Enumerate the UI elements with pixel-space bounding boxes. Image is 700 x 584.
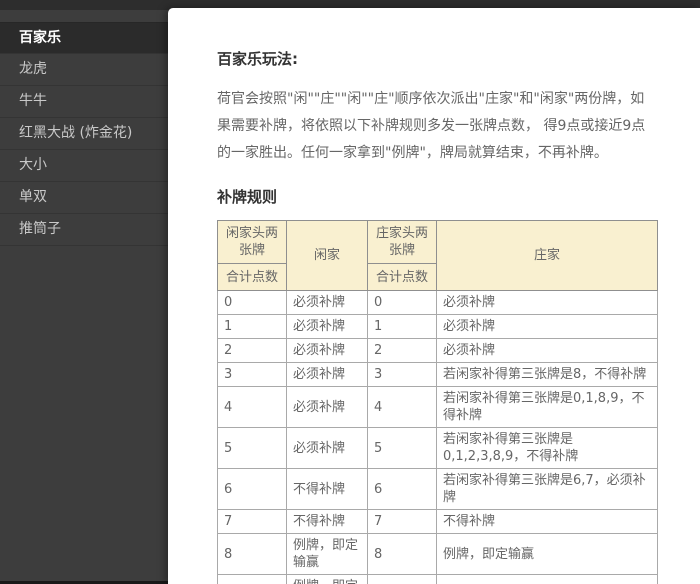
cell-banker-action: 必须补牌: [437, 291, 658, 315]
cell-player-action: 必须补牌: [287, 291, 368, 315]
col-header-player: 闲家: [287, 221, 368, 291]
cell-banker-action: 若闲家补得第三张牌是8，不得补牌: [437, 363, 658, 387]
intro-paragraph: 荷官会按照"闲""庄""闲""庄"顺序依次派出"庄家"和"闲家"两份牌，如果需要…: [217, 86, 655, 167]
page-title: 百家乐玩法:: [217, 48, 670, 69]
cell-player-total: 5: [218, 428, 287, 469]
col-header-banker: 庄家: [437, 221, 658, 291]
table-row: 3 必须补牌 3 若闲家补得第三张牌是8，不得补牌: [218, 363, 658, 387]
cell-banker-total: 4: [368, 387, 437, 428]
col-header-player-two-cards: 闲家头两张牌: [218, 221, 287, 264]
table-row: 4 必须补牌 4 若闲家补得第三张牌是0,1,8,9，不得补牌: [218, 387, 658, 428]
sidebar-item-dragon-tiger[interactable]: 龙虎: [0, 54, 168, 86]
cell-banker-action: 例牌，即定输赢: [437, 575, 658, 584]
col-header-banker-two-cards: 庄家头两张牌: [368, 221, 437, 264]
cell-player-action: 例牌，即定输赢: [287, 534, 368, 575]
sidebar-item-big-small[interactable]: 大小: [0, 150, 168, 182]
game-sidebar: 百家乐 龙虎 牛牛 红黑大战 (炸金花) 大小 单双 推筒子: [0, 10, 168, 581]
cell-banker-total: 2: [368, 339, 437, 363]
content-panel: 百家乐玩法: 荷官会按照"闲""庄""闲""庄"顺序依次派出"庄家"和"闲家"两…: [168, 8, 700, 584]
cell-banker-total: 8: [368, 534, 437, 575]
cell-player-action: 必须补牌: [287, 387, 368, 428]
cell-player-total: 9: [218, 575, 287, 584]
cell-banker-total: 0: [368, 291, 437, 315]
cell-player-total: 2: [218, 339, 287, 363]
cell-banker-action: 必须补牌: [437, 339, 658, 363]
cell-banker-total: 7: [368, 510, 437, 534]
cell-player-action: 必须补牌: [287, 339, 368, 363]
cell-player-action: 必须补牌: [287, 315, 368, 339]
cell-banker-action: 若闲家补得第三张牌是0,1,8,9，不得补牌: [437, 387, 658, 428]
game-menu: 百家乐 龙虎 牛牛 红黑大战 (炸金花) 大小 单双 推筒子: [0, 10, 168, 246]
sidebar-item-push-tube[interactable]: 推筒子: [0, 214, 168, 246]
table-row: 0 必须补牌 0 必须补牌: [218, 291, 658, 315]
cell-banker-action: 若闲家补得第三张牌是0,1,2,3,8,9，不得补牌: [437, 428, 658, 469]
cell-banker-total: 1: [368, 315, 437, 339]
sidebar-item-red-black-war[interactable]: 红黑大战 (炸金花): [0, 118, 168, 150]
cell-player-action: 例牌，即定输赢: [287, 575, 368, 584]
cell-banker-total: 6: [368, 469, 437, 510]
cell-banker-action: 若闲家补得第三张牌是6,7，必须补牌: [437, 469, 658, 510]
sidebar-item-baccarat[interactable]: 百家乐: [0, 22, 168, 54]
table-row: 8 例牌，即定输赢 8 例牌，即定输赢: [218, 534, 658, 575]
col-header-player-total-points: 合计点数: [218, 264, 287, 291]
cell-banker-total: 5: [368, 428, 437, 469]
cell-player-action: 必须补牌: [287, 428, 368, 469]
sidebar-item-niuniu[interactable]: 牛牛: [0, 86, 168, 118]
cell-player-total: 6: [218, 469, 287, 510]
cell-player-action: 必须补牌: [287, 363, 368, 387]
cell-banker-action: 不得补牌: [437, 510, 658, 534]
cell-player-total: 4: [218, 387, 287, 428]
header-row-top: 闲家头两张牌 闲家 庄家头两张牌 庄家: [218, 221, 658, 264]
cell-player-total: 0: [218, 291, 287, 315]
cell-player-total: 8: [218, 534, 287, 575]
rules-content: 百家乐玩法: 荷官会按照"闲""庄""闲""庄"顺序依次派出"庄家"和"闲家"两…: [168, 8, 700, 584]
cell-banker-total: 3: [368, 363, 437, 387]
draw-rules-heading: 补牌规则: [217, 186, 670, 207]
cell-player-action: 不得补牌: [287, 469, 368, 510]
draw-rules-table: 闲家头两张牌 闲家 庄家头两张牌 庄家 合计点数 合计点数 0 必须补牌 0: [217, 220, 658, 584]
cell-player-total: 1: [218, 315, 287, 339]
table-row: 9 例牌，即定输赢 9 例牌，即定输赢: [218, 575, 658, 584]
cell-player-total: 3: [218, 363, 287, 387]
cell-banker-total: 9: [368, 575, 437, 584]
cell-banker-action: 必须补牌: [437, 315, 658, 339]
sidebar-item-odd-even[interactable]: 单双: [0, 182, 168, 214]
table-row: 7 不得补牌 7 不得补牌: [218, 510, 658, 534]
table-row: 6 不得补牌 6 若闲家补得第三张牌是6,7，必须补牌: [218, 469, 658, 510]
table-row: 2 必须补牌 2 必须补牌: [218, 339, 658, 363]
cell-player-total: 7: [218, 510, 287, 534]
page: 百家乐 龙虎 牛牛 红黑大战 (炸金花) 大小 单双 推筒子 百家乐玩法: 荷官…: [0, 0, 700, 584]
cell-banker-action: 例牌，即定输赢: [437, 534, 658, 575]
col-header-banker-total-points: 合计点数: [368, 264, 437, 291]
table-row: 1 必须补牌 1 必须补牌: [218, 315, 658, 339]
table-row: 5 必须补牌 5 若闲家补得第三张牌是0,1,2,3,8,9，不得补牌: [218, 428, 658, 469]
cell-player-action: 不得补牌: [287, 510, 368, 534]
